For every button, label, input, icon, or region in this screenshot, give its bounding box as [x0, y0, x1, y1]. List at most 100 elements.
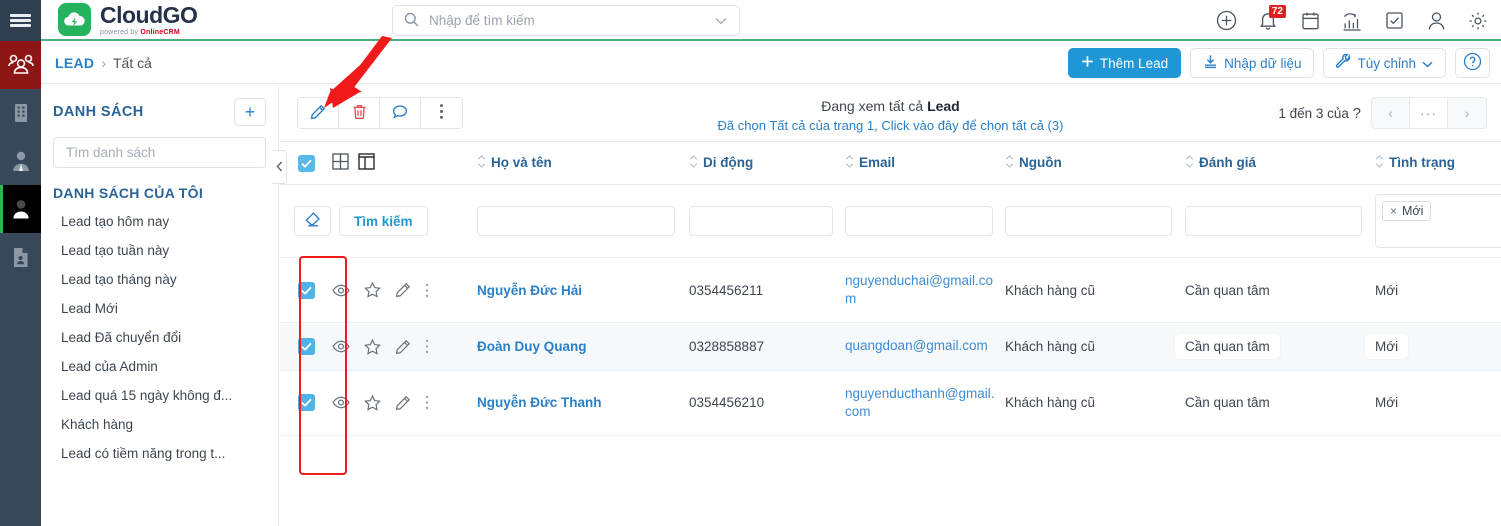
- eye-preview-icon[interactable]: [332, 340, 350, 353]
- sidebar-item-lead-overdue[interactable]: Lead quá 15 ngày không đ...: [41, 381, 278, 410]
- column-header-rating[interactable]: Đánh giá: [1185, 141, 1375, 185]
- pagination-next-button[interactable]: ›: [1448, 98, 1486, 128]
- column-view-icon[interactable]: [358, 153, 375, 173]
- filter-status-tag[interactable]: × Mới: [1382, 201, 1432, 221]
- select-all-link[interactable]: Đã chọn Tất cả của trang 1, Click vào đâ…: [718, 118, 1064, 133]
- star-favorite-icon[interactable]: [364, 282, 381, 298]
- bulk-comment-button[interactable]: [380, 98, 421, 128]
- sidebar-item-lead-potential[interactable]: Lead có tiềm năng trong t...: [41, 439, 278, 468]
- lead-email-link[interactable]: nguyenducthanh@gmail.com: [845, 386, 995, 419]
- calendar-icon[interactable]: [1295, 6, 1325, 36]
- edit-pencil-icon[interactable]: [395, 395, 411, 411]
- column-header-source[interactable]: Nguồn: [1005, 141, 1185, 185]
- lead-email-link[interactable]: nguyenduchai@gmail.com: [845, 273, 993, 306]
- task-check-icon[interactable]: [1379, 6, 1409, 36]
- customize-button[interactable]: Tùy chỉnh: [1323, 48, 1446, 78]
- sidebar-item-customers[interactable]: Khách hàng: [41, 410, 278, 439]
- sidebar-item-lead-week[interactable]: Lead tạo tuần này: [41, 236, 278, 265]
- sidebar-item-lead-converted[interactable]: Lead Đã chuyển đổi: [41, 323, 278, 352]
- sidebar-item-lead-new[interactable]: Lead Mới: [41, 294, 278, 323]
- pagination-more-button[interactable]: ···: [1410, 98, 1448, 128]
- filter-phone-input[interactable]: [689, 206, 833, 236]
- row-email-cell: nguyenducthanh@gmail.com: [845, 370, 1005, 437]
- filter-rating-input[interactable]: [1185, 206, 1362, 236]
- filter-name-input[interactable]: [477, 206, 675, 236]
- rail-item-lead[interactable]: [0, 185, 41, 233]
- sidebar-collapse-toggle[interactable]: [272, 150, 287, 184]
- row-rating-cell[interactable]: Cần quan tâm: [1185, 257, 1375, 324]
- sidebar-header: DANH SÁCH +: [41, 85, 278, 136]
- sidebar-item-lead-today[interactable]: Lead tạo hôm nay: [41, 207, 278, 236]
- rail-item-contact[interactable]: [0, 137, 41, 185]
- row-rating-cell[interactable]: Cần quan tâm: [1185, 370, 1375, 437]
- row-email-cell: nguyenduchai@gmail.com: [845, 257, 1005, 324]
- lead-name-link[interactable]: Đoàn Duy Quang: [477, 339, 587, 354]
- select-all-header-cell: [280, 141, 332, 185]
- row-checkbox[interactable]: [298, 338, 315, 356]
- more-vertical-icon[interactable]: [425, 283, 429, 298]
- grid-view-icon[interactable]: [332, 153, 349, 173]
- table-row[interactable]: Nguyễn Đức Thanh 0354456210 nguyenductha…: [280, 370, 1501, 437]
- star-favorite-icon[interactable]: [364, 394, 381, 411]
- filter-status-tagbox[interactable]: × Mới: [1375, 194, 1501, 248]
- rail-item-document[interactable]: [0, 233, 41, 281]
- row-source-cell: Khách hàng cũ: [1005, 370, 1185, 437]
- select-all-checkbox[interactable]: [298, 154, 315, 172]
- pagination-prev-button[interactable]: ‹: [1372, 98, 1410, 128]
- chevron-left-icon: [275, 160, 283, 175]
- lead-name-link[interactable]: Nguyễn Đức Hải: [477, 283, 582, 298]
- row-status-cell[interactable]: Mới: [1375, 370, 1501, 437]
- rail-item-customers[interactable]: [0, 41, 41, 89]
- bulk-edit-button[interactable]: [298, 98, 339, 128]
- column-header-phone[interactable]: Di động: [689, 141, 845, 185]
- user-icon[interactable]: [1421, 6, 1451, 36]
- row-status-cell[interactable]: Mới: [1375, 257, 1501, 324]
- bell-icon[interactable]: 72: [1253, 4, 1286, 36]
- more-vertical-icon[interactable]: [425, 339, 429, 354]
- chart-icon[interactable]: [1337, 6, 1367, 36]
- help-button[interactable]: [1455, 48, 1490, 78]
- more-vertical-icon[interactable]: [425, 395, 429, 410]
- rail-item-company[interactable]: [0, 89, 41, 137]
- column-header-email[interactable]: Email: [845, 141, 1005, 185]
- sort-icon: [1375, 155, 1384, 171]
- sidebar-item-lead-month[interactable]: Lead tạo tháng này: [41, 265, 278, 294]
- import-data-button[interactable]: Nhập dữ liệu: [1190, 48, 1315, 78]
- clear-filter-button[interactable]: [294, 206, 331, 236]
- menu-burger-icon[interactable]: [0, 0, 41, 41]
- table-row[interactable]: Nguyễn Đức Hải 0354456211 nguyenduchai@g…: [280, 257, 1501, 324]
- row-checkbox[interactable]: [298, 394, 315, 412]
- brand-logo-block[interactable]: CloudGO powered by OnlineCRM: [58, 3, 198, 36]
- filter-search-button[interactable]: Tìm kiếm: [339, 206, 428, 236]
- filter-email-input[interactable]: [845, 206, 993, 236]
- eye-preview-icon[interactable]: [332, 284, 350, 297]
- lead-name-link[interactable]: Nguyễn Đức Thanh: [477, 395, 602, 410]
- filter-source-input[interactable]: [1005, 206, 1173, 236]
- global-search[interactable]: [392, 5, 740, 36]
- editable-rating-cell[interactable]: Cần quan tâm: [1175, 334, 1280, 360]
- edit-pencil-icon[interactable]: [395, 282, 411, 298]
- eye-preview-icon[interactable]: [332, 396, 350, 409]
- column-header-status[interactable]: Tình trạng: [1375, 141, 1501, 185]
- add-lead-button[interactable]: Thêm Lead: [1067, 48, 1182, 78]
- breadcrumb-root[interactable]: LEAD: [55, 55, 94, 71]
- top-bar-icons: 72: [1211, 0, 1493, 41]
- row-checkbox[interactable]: [298, 281, 315, 299]
- chevron-down-icon[interactable]: [715, 13, 727, 28]
- edit-pencil-icon[interactable]: [395, 339, 411, 355]
- star-favorite-icon[interactable]: [364, 338, 381, 355]
- editable-status-cell[interactable]: Mới: [1365, 334, 1409, 360]
- search-input[interactable]: [427, 12, 715, 29]
- bulk-more-button[interactable]: [421, 98, 462, 128]
- gear-icon[interactable]: [1463, 6, 1493, 36]
- sidebar-item-lead-admin[interactable]: Lead của Admin: [41, 352, 278, 381]
- lead-email-link[interactable]: quangdoan@gmail.com: [845, 338, 988, 353]
- column-header-name[interactable]: Họ và tên: [477, 141, 689, 185]
- add-circle-icon[interactable]: [1211, 6, 1241, 36]
- add-list-button[interactable]: +: [234, 98, 266, 126]
- sidebar-search-input[interactable]: [64, 144, 255, 161]
- bulk-delete-button[interactable]: [339, 98, 380, 128]
- table-row[interactable]: Đoàn Duy Quang 0328858887 quangdoan@gmai…: [280, 322, 1501, 371]
- sidebar-search[interactable]: [53, 137, 266, 168]
- remove-tag-icon[interactable]: ×: [1390, 204, 1397, 218]
